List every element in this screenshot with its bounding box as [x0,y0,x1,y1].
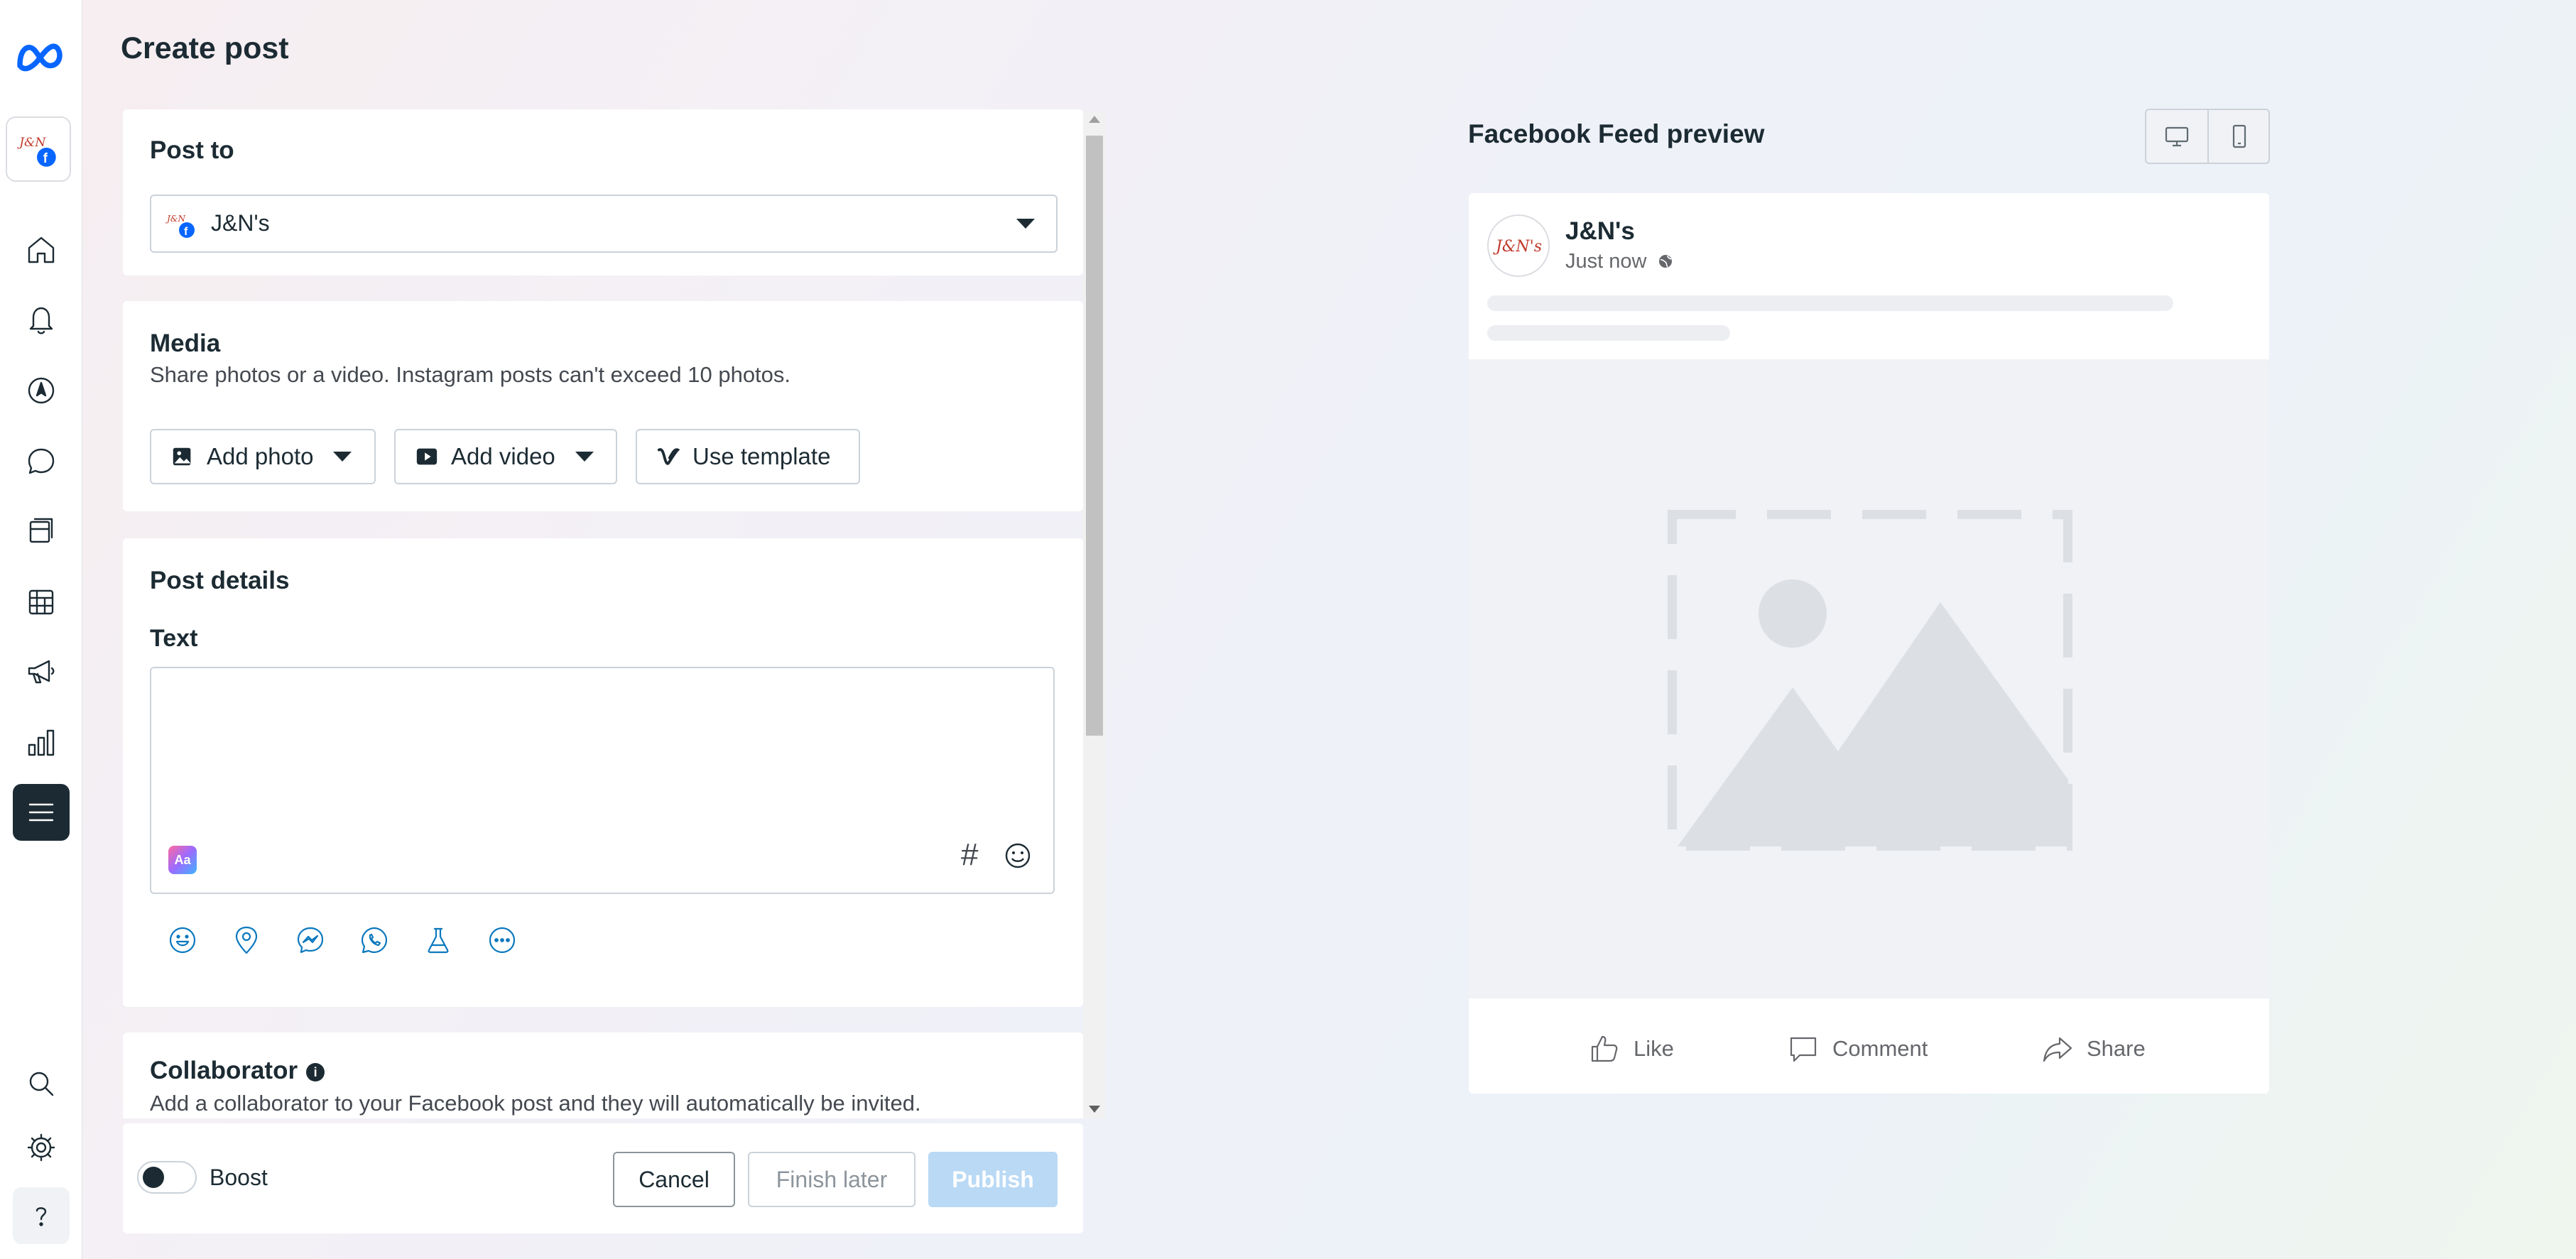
comment-label: Comment [1832,1036,1928,1061]
share-label: Share [2087,1036,2146,1061]
menu-icon[interactable] [13,784,70,841]
account-avatar[interactable]: J&N f [6,116,71,182]
hashtag-icon[interactable]: # [961,837,978,873]
svg-text:J&N: J&N [17,136,46,150]
insights-icon[interactable] [13,714,70,771]
scroll-up-arrow[interactable] [1089,116,1100,123]
bell-icon[interactable] [13,291,70,348]
preview-action-bar: Like Comment Share [1469,998,2269,1094]
text-format-icon[interactable]: Aa [168,846,197,874]
preview-device-toggle [2145,109,2270,164]
image-placeholder-icon [1668,510,2072,851]
globe-icon [1658,255,1672,268]
comment-icon [1790,1037,1817,1062]
scrollbar-thumb[interactable] [1086,136,1103,736]
chevron-down-icon [575,452,594,462]
info-icon[interactable]: i [306,1062,325,1081]
desktop-preview-button[interactable] [2146,110,2209,163]
megaphone-icon[interactable] [13,643,70,700]
messenger-icon[interactable] [295,925,326,956]
preview-title: Facebook Feed preview [1468,119,1765,148]
publish-button[interactable]: Publish [928,1152,1058,1207]
feeling-activity-icon[interactable] [167,925,198,956]
post-to-card: Post to J&N f J&N's [123,109,1083,276]
help-icon[interactable] [13,1187,70,1244]
post-to-title: Post to [150,136,234,164]
svg-text:f: f [43,151,48,166]
use-template-button[interactable]: Use template [636,429,860,484]
finish-later-button[interactable]: Finish later [748,1152,915,1207]
text-placeholder-line [1487,325,1730,341]
toggle-knob [143,1167,164,1188]
facebook-feed-preview-card: J&N's J&N's Just now Like Comment Share [1469,193,2269,1094]
page-selector-value: J&N's [211,210,270,236]
left-navigation-sidebar: J&N f [0,0,82,1259]
collaborator-subtitle: Add a collaborator to your Facebook post… [150,1091,921,1116]
mobile-preview-button[interactable] [2209,110,2270,163]
use-template-label: Use template [692,443,831,469]
chevron-down-icon [333,452,352,462]
media-subtitle: Share photos or a video. Instagram posts… [150,362,791,387]
chevron-down-icon [1016,219,1035,229]
post-editor-panel: Post to J&N f J&N's Media Share photos o… [123,109,1083,1118]
compass-icon[interactable] [13,362,70,419]
media-title-text: Media [150,329,221,357]
page-selector[interactable]: J&N f J&N's [150,195,1058,253]
editor-scrollbar[interactable] [1083,111,1106,1118]
emoji-icon[interactable] [1004,841,1032,870]
add-photo-button[interactable]: Add photo [150,429,376,484]
video-icon [414,444,440,469]
home-icon[interactable] [13,222,70,278]
media-placeholder [1469,359,2269,998]
like-label: Like [1634,1036,1674,1061]
chat-icon[interactable] [13,433,70,490]
page-avatar: J&N's [1487,214,1550,277]
template-icon [656,444,681,469]
lab-flask-icon[interactable] [423,925,454,956]
collaborator-title: Collaborator i [150,1057,325,1085]
boost-toggle[interactable] [137,1161,197,1194]
add-photo-label: Add photo [207,443,314,469]
preview-page-name: J&N's [1565,217,1635,245]
comment-action: Comment [1787,1032,1928,1065]
boost-label: Boost [210,1165,268,1190]
content-icon[interactable] [13,503,70,560]
settings-icon[interactable] [13,1119,70,1176]
mobile-icon [2232,124,2246,148]
svg-text:f: f [184,226,188,238]
calendar-table-icon[interactable] [13,574,70,631]
add-video-label: Add video [451,443,555,469]
photo-icon [170,444,195,469]
post-text-input[interactable]: Aa # [150,667,1055,894]
text-field-label: Text [150,625,198,652]
like-icon [1591,1035,1618,1062]
share-action: Share [2041,1032,2146,1065]
meta-logo-icon[interactable] [13,28,70,85]
text-placeholder-line [1487,295,2173,311]
svg-text:J&N: J&N [165,214,185,224]
share-icon [2043,1037,2072,1062]
page-avatar-icon: J&N f [165,214,195,238]
desktop-icon [2165,126,2189,147]
action-footer: Boost Cancel Finish later Publish [123,1123,1083,1233]
add-video-button[interactable]: Add video [394,429,617,484]
svg-text:J&N's: J&N's [1493,238,1542,256]
cancel-button[interactable]: Cancel [613,1152,735,1207]
preview-timestamp: Just now [1565,250,1674,273]
like-action: Like [1588,1032,1674,1065]
scroll-down-arrow[interactable] [1089,1106,1100,1113]
post-details-title: Post details [150,567,290,594]
search-icon[interactable] [13,1055,70,1112]
location-pin-icon[interactable] [231,925,262,956]
whatsapp-icon[interactable] [359,925,390,956]
more-options-icon[interactable] [487,925,518,956]
page-title: Create post [121,31,289,65]
